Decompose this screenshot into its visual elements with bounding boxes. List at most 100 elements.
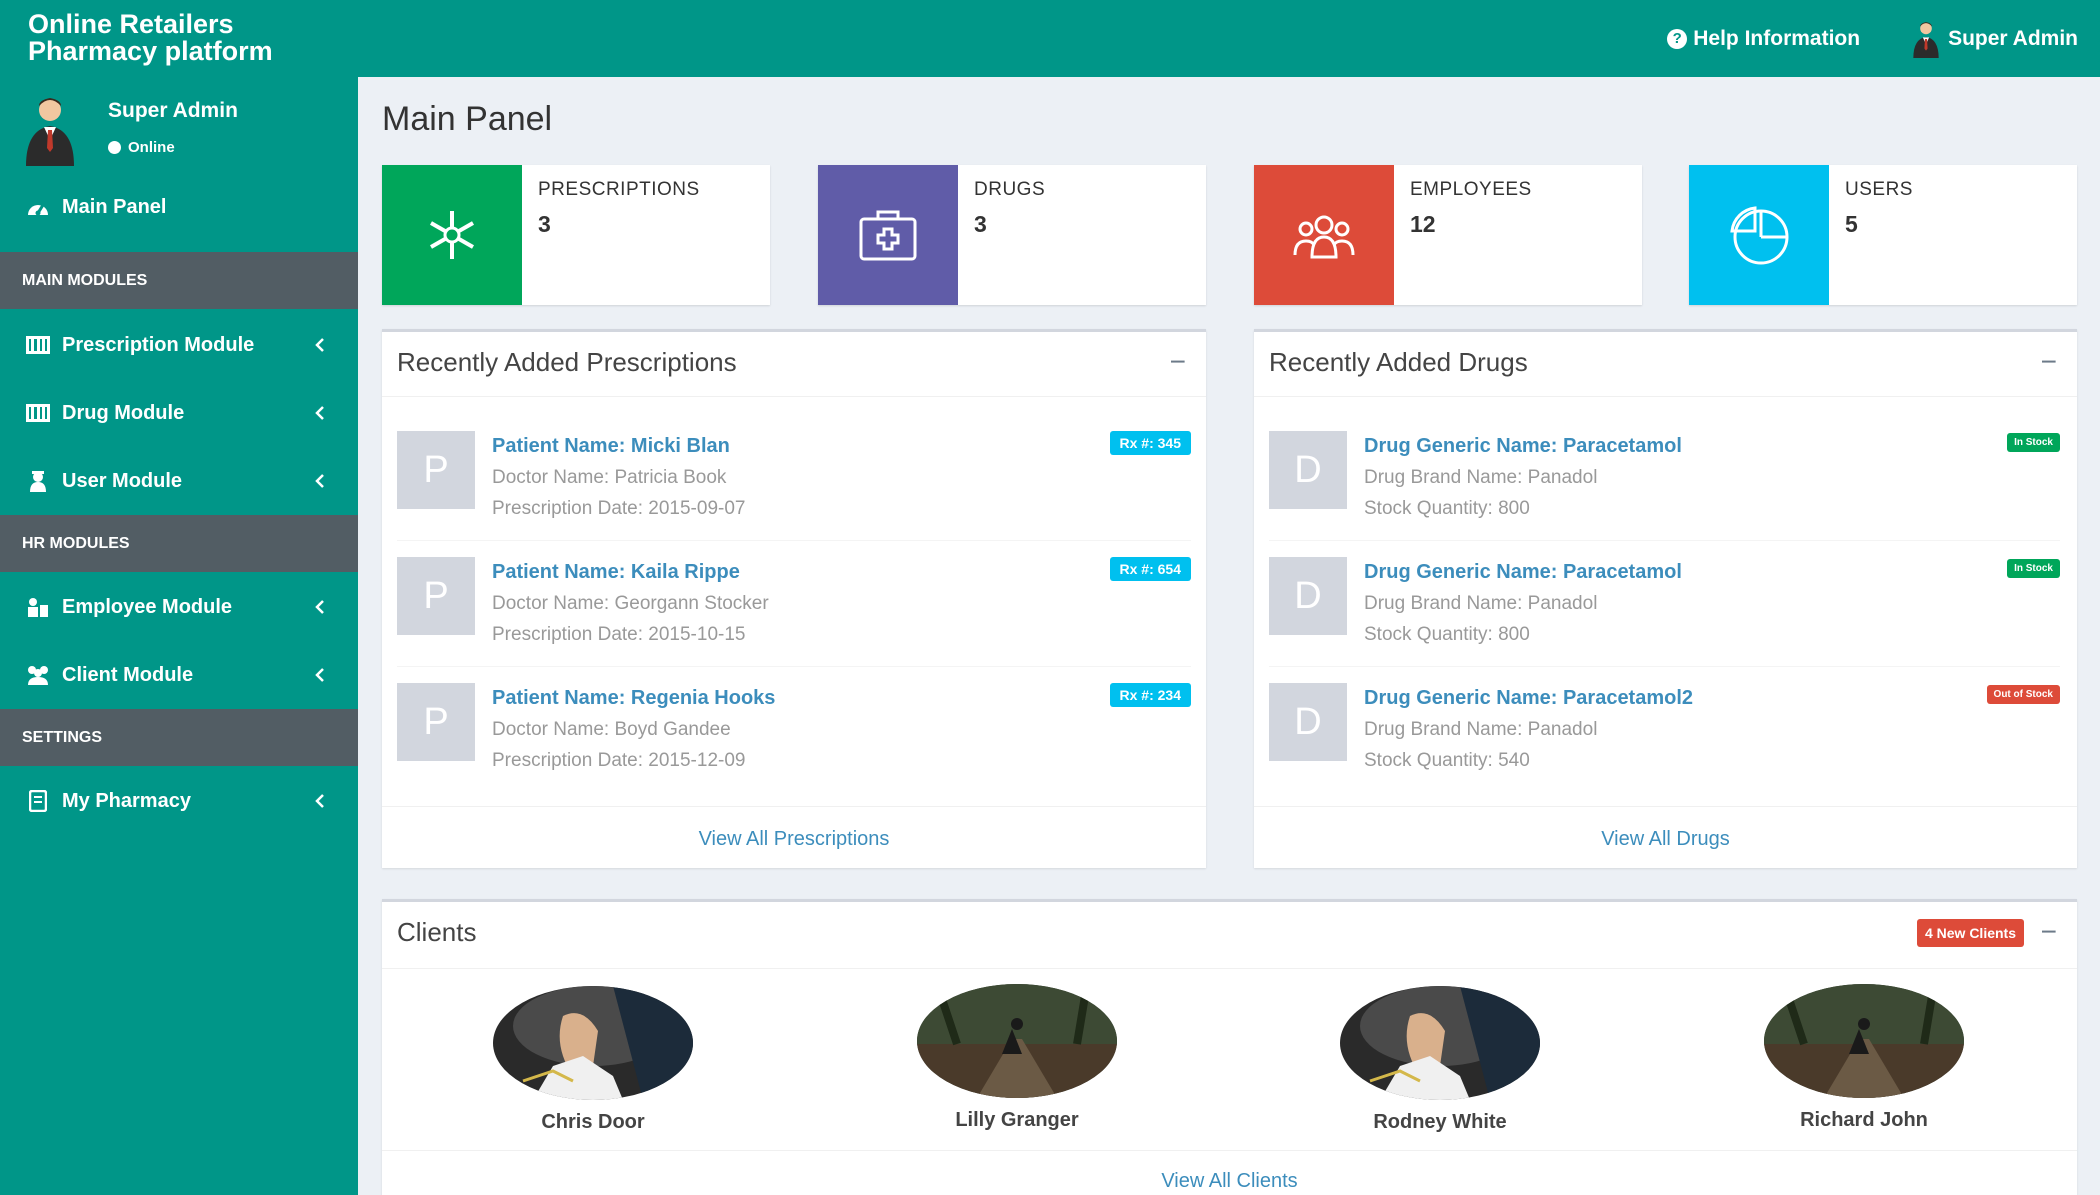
drug-thumbnail: D (1269, 431, 1347, 509)
drugs-panel: Recently Added Drugs − D Drug Generic Na… (1254, 329, 2077, 868)
sidebar-item-label: User Module (62, 469, 183, 492)
prescriptions-panel: Recently Added Prescriptions − P Patient… (382, 329, 1206, 868)
users-icon (26, 664, 50, 686)
client-card[interactable]: Richard John (1754, 984, 1974, 1132)
patient-name-link[interactable]: Patient Name: Regenia Hooks (492, 687, 775, 710)
user-menu[interactable]: Super Admin (1910, 20, 2078, 58)
clients-panel: Clients 4 New Clients − Chris Door Lilly… (382, 899, 2077, 1195)
sidebar-item-label: Prescription Module (62, 333, 255, 356)
help-information-link[interactable]: ? Help Information (1667, 27, 1860, 51)
client-name: Lilly Granger (955, 1109, 1079, 1131)
stock-status-badge: In Stock (2007, 433, 2060, 452)
client-name: Chris Door (541, 1111, 645, 1133)
list-item[interactable]: D Drug Generic Name: Paracetamol Drug Br… (1269, 557, 2060, 645)
sidebar-item-label: Employee Module (62, 595, 233, 618)
client-photo (1764, 984, 1964, 1098)
user-secret-icon (26, 470, 50, 492)
stat-label: EMPLOYEES (1410, 179, 1532, 200)
list-item[interactable]: D Drug Generic Name: Paracetamol Drug Br… (1269, 431, 2060, 519)
sidebar: Super Admin Online Main Panel MAIN MODUL… (0, 77, 358, 1195)
doctor-name: Doctor Name: Georgann Stocker (492, 593, 769, 614)
sidebar-item-user-module[interactable]: User Module (0, 451, 358, 511)
row-divider (1269, 540, 2060, 541)
user-menu-label: Super Admin (1948, 26, 2078, 50)
sidebar-item-client-module[interactable]: Client Module (0, 645, 358, 705)
collapse-minus-icon[interactable]: − (2041, 348, 2057, 376)
stat-box-employees[interactable]: EMPLOYEES 12 (1254, 165, 1642, 305)
barcode-icon (26, 334, 50, 356)
asterisk-icon (382, 165, 522, 305)
sidebar-item-employee-module[interactable]: Employee Module (0, 577, 358, 637)
client-card[interactable]: Lilly Granger (907, 984, 1127, 1132)
view-all-clients-link[interactable]: View All Clients (382, 1170, 2077, 1193)
collapse-minus-icon[interactable]: − (2041, 918, 2057, 946)
panel-title: Recently Added Prescriptions (397, 347, 737, 377)
sidebar-item-prescription-module[interactable]: Prescription Module (0, 315, 358, 375)
nav-header-settings: SETTINGS (0, 709, 358, 766)
drug-generic-name-link[interactable]: Drug Generic Name: Paracetamol2 (1364, 687, 1693, 710)
stat-value: 3 (538, 211, 551, 237)
patient-name-link[interactable]: Patient Name: Kaila Rippe (492, 561, 740, 584)
help-information-label: Help Information (1693, 26, 1861, 50)
chevron-left-icon (315, 474, 324, 488)
sidebar-item-my-pharmacy[interactable]: My Pharmacy (0, 771, 358, 831)
stock-status-badge: Out of Stock (1986, 685, 2060, 704)
stat-label: USERS (1845, 179, 1913, 200)
rx-badge: Rx #: 345 (1109, 431, 1191, 455)
row-divider (1269, 666, 2060, 667)
view-all-drugs-link[interactable]: View All Drugs (1254, 828, 2077, 851)
doctor-name: Doctor Name: Boyd Gandee (492, 719, 731, 740)
stat-label: PRESCRIPTIONS (538, 179, 700, 200)
drug-generic-name-link[interactable]: Drug Generic Name: Paracetamol (1364, 561, 1682, 584)
pie-chart-icon (1689, 165, 1829, 305)
book-icon (26, 790, 50, 812)
chevron-left-icon (315, 794, 324, 808)
drug-brand-name: Drug Brand Name: Panadol (1364, 719, 1598, 740)
prescription-thumbnail: P (397, 431, 475, 509)
stock-status-badge: In Stock (2007, 559, 2060, 578)
group-icon (1254, 165, 1394, 305)
client-card[interactable]: Chris Door (483, 986, 703, 1134)
list-item[interactable]: P Patient Name: Regenia Hooks Doctor Nam… (397, 683, 1191, 771)
online-status-label: Online (128, 139, 175, 156)
list-item[interactable]: P Patient Name: Micki Blan Doctor Name: … (397, 431, 1191, 519)
sidebar-item-main-panel[interactable]: Main Panel (0, 177, 358, 237)
nav-header-hr-modules: HR MODULES (0, 515, 358, 572)
drug-generic-name-link[interactable]: Drug Generic Name: Paracetamol (1364, 435, 1682, 458)
online-status: Online (108, 139, 175, 156)
prescription-thumbnail: P (397, 557, 475, 635)
sidebar-item-label: My Pharmacy (62, 789, 191, 812)
doctor-name: Doctor Name: Patricia Book (492, 467, 727, 488)
client-photo (493, 986, 693, 1100)
drug-thumbnail: D (1269, 683, 1347, 761)
panel-title: Clients (397, 917, 477, 947)
brand-line-1: Online Retailers (28, 9, 234, 39)
patient-name-link[interactable]: Patient Name: Micki Blan (492, 435, 730, 458)
rx-badge: Rx #: 234 (1109, 683, 1191, 707)
list-item[interactable]: P Patient Name: Kaila Rippe Doctor Name:… (397, 557, 1191, 645)
chevron-left-icon (315, 338, 324, 352)
nav-header-main-modules: MAIN MODULES (0, 252, 358, 309)
panel-divider (382, 968, 2077, 969)
sidebar-item-drug-module[interactable]: Drug Module (0, 383, 358, 443)
panel-divider (1254, 806, 2077, 807)
collapse-minus-icon[interactable]: − (1170, 348, 1186, 376)
list-item[interactable]: D Drug Generic Name: Paracetamol2 Drug B… (1269, 683, 2060, 771)
prescription-thumbnail: P (397, 683, 475, 761)
client-card[interactable]: Rodney White (1330, 986, 1550, 1134)
stat-box-prescriptions[interactable]: PRESCRIPTIONS 3 (382, 165, 770, 305)
row-divider (397, 666, 1191, 667)
prescription-date: Prescription Date: 2015-12-09 (492, 750, 746, 771)
view-all-prescriptions-link[interactable]: View All Prescriptions (382, 828, 1206, 851)
drug-thumbnail: D (1269, 557, 1347, 635)
stat-value: 5 (1845, 211, 1858, 237)
avatar (20, 94, 80, 166)
sidebar-item-label: Client Module (62, 663, 194, 686)
stat-value: 3 (974, 211, 987, 237)
stat-label: DRUGS (974, 179, 1046, 200)
brand-logo[interactable]: Online Retailers Pharmacy platform (28, 11, 273, 65)
stock-quantity: Stock Quantity: 540 (1364, 750, 1530, 771)
stat-box-users[interactable]: USERS 5 (1689, 165, 2077, 305)
stat-box-drugs[interactable]: DRUGS 3 (818, 165, 1206, 305)
sidebar-user-name: Super Admin (108, 99, 238, 122)
